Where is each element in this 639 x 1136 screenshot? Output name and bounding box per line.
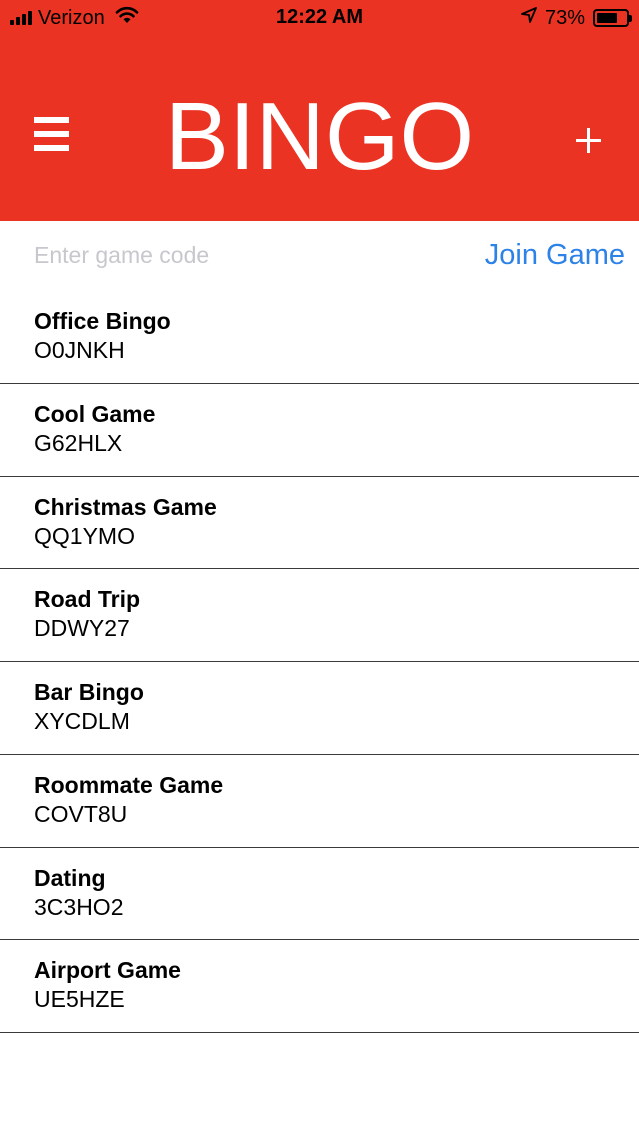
game-name: Cool Game [34,400,156,427]
game-name: Road Trip [34,586,141,613]
list-item[interactable]: Airport Game UE5HZE [0,940,639,1033]
game-name: Office Bingo [34,308,171,334]
status-bar: Verizon 12:22 AM 73% [0,0,639,36]
battery-icon [593,8,632,27]
game-code: O0JNKH [34,337,125,363]
list-item[interactable]: Roommate Game COVT8U [0,755,639,848]
app-screen: Verizon 12:22 AM 73% BINGO Enter game co… [0,0,639,1136]
list-item[interactable]: Road Trip DDWY27 [0,569,639,662]
list-item[interactable]: Cool Game G62HLX [0,384,639,477]
game-code: COVT8U [34,800,128,827]
list-item[interactable]: Dating 3C3HO2 [0,848,639,941]
location-arrow-icon [521,6,537,29]
game-code: DDWY27 [34,615,130,642]
list-item[interactable]: Office Bingo O0JNKH [0,291,639,384]
game-name: Christmas Game [34,493,217,520]
game-name: Dating [34,864,106,891]
app-header: Verizon 12:22 AM 73% BINGO [0,0,639,221]
game-code-input[interactable] [34,235,414,275]
game-code: QQ1YMO [34,522,135,549]
game-code: 3C3HO2 [34,893,124,920]
status-right: 73% [521,6,632,29]
game-code: G62HLX [34,429,123,456]
game-list: Office Bingo O0JNKH Cool Game G62HLX Christm… [0,291,639,1033]
join-game-row: Join Game [0,221,639,291]
plus-icon[interactable] [572,120,606,154]
game-name: Airport Game [34,957,181,984]
battery-fill [597,12,618,23]
game-code: UE5HZE [34,986,125,1013]
game-name: Bar Bingo [34,679,144,705]
game-code: XYCDLM [34,708,130,734]
game-name: Roommate Game [34,771,224,798]
list-item[interactable]: Bar Bingo XYCDLM [0,662,639,755]
list-item[interactable]: Christmas Game QQ1YMO [0,477,639,570]
app-title: BINGO [164,83,475,190]
join-game-button[interactable]: Join Game [485,235,625,275]
battery-percent: 73% [544,6,585,29]
